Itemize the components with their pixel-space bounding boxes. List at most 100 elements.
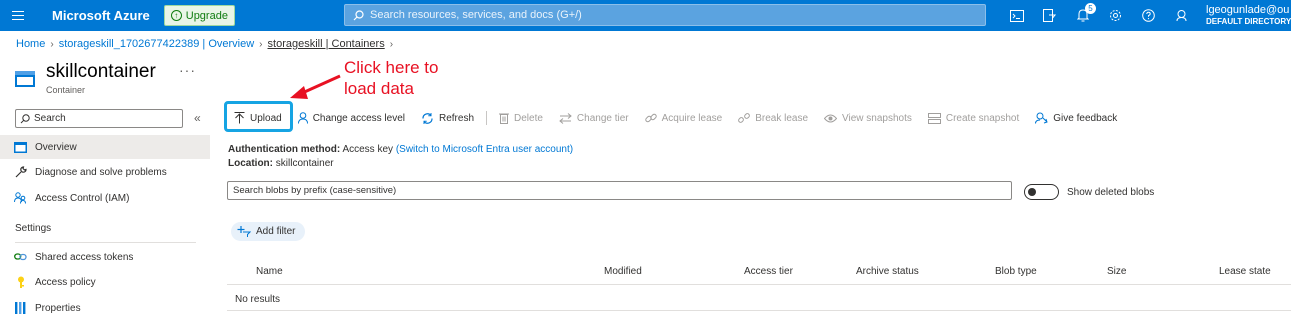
toggle-knob xyxy=(1028,188,1036,196)
breadcrumb-home[interactable]: Home xyxy=(16,38,45,50)
top-icons: 5 xyxy=(1000,0,1198,31)
global-search-placeholder: Search resources, services, and docs (G+… xyxy=(370,9,582,21)
nav-item-shared-access-tokens[interactable]: Shared access tokens xyxy=(0,245,210,269)
notifications-icon[interactable]: 5 xyxy=(1066,0,1099,31)
annotation-line-1: Click here to xyxy=(344,58,439,77)
menu-icon[interactable] xyxy=(0,0,36,31)
view-snapshots-button[interactable]: View snapshots xyxy=(816,106,920,130)
arrow-up-icon: ↑ xyxy=(170,10,182,21)
delete-label: Delete xyxy=(514,112,543,124)
global-search-input[interactable]: Search resources, services, and docs (G+… xyxy=(344,4,986,26)
give-feedback-label: Give feedback xyxy=(1053,112,1118,124)
collapse-nav-icon[interactable]: « xyxy=(194,111,201,125)
auth-method-label: Authentication method: xyxy=(228,144,341,155)
help-icon[interactable] xyxy=(1132,0,1165,31)
nav-item-label: Shared access tokens xyxy=(35,251,134,263)
location-label: Location: xyxy=(228,158,273,169)
eye-icon xyxy=(824,114,838,122)
chevron-right-icon: › xyxy=(50,38,54,50)
nav-item-access-policy[interactable]: Access policy xyxy=(0,270,210,294)
column-header-modified[interactable]: Modified xyxy=(604,266,642,277)
annotation-line-2: load data xyxy=(344,79,414,98)
upload-highlight-box xyxy=(224,101,293,132)
nav-item-properties[interactable]: Properties xyxy=(0,296,210,315)
link-icon xyxy=(14,253,27,261)
change-tier-label: Change tier xyxy=(576,112,629,124)
acquire-lease-button[interactable]: Acquire lease xyxy=(637,106,731,130)
upgrade-label: Upgrade xyxy=(185,9,228,22)
break-lease-button[interactable]: Break lease xyxy=(730,106,816,130)
account-name: lgeogunlade@ou xyxy=(1206,4,1290,16)
trash-icon xyxy=(499,113,509,124)
wrench-icon xyxy=(14,166,27,178)
column-header-lease-state[interactable]: Lease state xyxy=(1219,266,1271,277)
container-info: Authentication method: Access key (Switc… xyxy=(228,143,573,171)
people-icon xyxy=(14,192,27,204)
settings-icon[interactable] xyxy=(1099,0,1132,31)
nav-item-label: Access Control (IAM) xyxy=(35,192,130,204)
auth-method-value: Access key xyxy=(342,144,394,155)
show-deleted-blobs-toggle[interactable] xyxy=(1024,184,1059,200)
lease-link-icon xyxy=(644,113,657,123)
search-icon xyxy=(20,113,30,123)
search-icon xyxy=(353,9,364,20)
account-menu[interactable]: lgeogunlade@ou DEFAULT DIRECTORY (IC xyxy=(1206,4,1291,28)
give-feedback-button[interactable]: Give feedback xyxy=(1027,106,1125,130)
chevron-right-icon: › xyxy=(389,38,394,50)
annotation-callout: Click here to load data xyxy=(344,57,494,99)
command-bar: Upload Change access level Refresh Delet… xyxy=(226,106,1125,130)
feedback-icon[interactable] xyxy=(1165,0,1198,31)
blob-table-header: Name Modified Access tier Archive status… xyxy=(227,258,1291,285)
nav-item-iam[interactable]: Access Control (IAM) xyxy=(0,186,210,210)
directory-filter-icon[interactable] xyxy=(1033,0,1066,31)
nav-item-label: Diagnose and solve problems xyxy=(35,166,167,178)
column-header-archive-status[interactable]: Archive status xyxy=(856,266,919,277)
nav-item-label: Properties xyxy=(35,302,81,314)
break-lease-label: Break lease xyxy=(755,112,809,124)
column-header-name[interactable]: Name xyxy=(256,266,283,277)
cloud-shell-icon[interactable] xyxy=(1000,0,1033,31)
nav-search-placeholder: Search xyxy=(34,113,66,124)
key-icon xyxy=(14,276,27,289)
upgrade-button[interactable]: ↑ Upgrade xyxy=(163,5,235,26)
nav-divider xyxy=(15,242,196,243)
refresh-icon xyxy=(422,112,433,124)
view-snapshots-label: View snapshots xyxy=(842,112,912,124)
top-bar: Microsoft Azure ↑ Upgrade Search resourc… xyxy=(0,0,1291,31)
brand-name[interactable]: Microsoft Azure xyxy=(52,8,150,23)
nav-search-input[interactable]: Search xyxy=(15,109,183,128)
blob-search-input[interactable]: Search blobs by prefix (case-sensitive) xyxy=(227,181,1012,200)
location-value: skillcontainer xyxy=(275,158,334,169)
add-filter-icon xyxy=(237,226,251,237)
column-header-blob-type[interactable]: Blob type xyxy=(995,266,1037,277)
nav-item-overview[interactable]: Overview xyxy=(0,135,210,159)
account-directory: DEFAULT DIRECTORY (IC xyxy=(1206,17,1291,26)
show-deleted-blobs-label: Show deleted blobs xyxy=(1067,187,1155,198)
add-filter-button[interactable]: Add filter xyxy=(231,222,306,241)
refresh-button[interactable]: Refresh xyxy=(413,106,482,130)
nav-section-settings: Settings xyxy=(15,223,52,234)
change-access-level-button[interactable]: Change access level xyxy=(290,106,413,130)
empty-table-message: No results xyxy=(235,294,281,305)
column-header-access-tier[interactable]: Access tier xyxy=(744,266,793,277)
switch-auth-link[interactable]: (Switch to Microsoft Entra user account) xyxy=(396,144,573,155)
container-icon xyxy=(15,71,35,87)
breadcrumb-containers[interactable]: storageskill | Containers xyxy=(268,38,385,50)
create-snapshot-button[interactable]: Create snapshot xyxy=(920,106,1027,130)
more-options-button[interactable]: ··· xyxy=(179,62,196,78)
properties-icon xyxy=(14,302,27,314)
broken-link-icon xyxy=(738,113,751,123)
feedback-person-icon xyxy=(1035,112,1048,124)
column-header-size[interactable]: Size xyxy=(1107,266,1126,277)
breadcrumb-storage-overview[interactable]: storageskill_1702677422389 | Overview xyxy=(59,38,254,50)
nav-item-diagnose[interactable]: Diagnose and solve problems xyxy=(0,160,210,184)
refresh-label: Refresh xyxy=(438,112,474,124)
delete-button[interactable]: Delete xyxy=(491,106,551,130)
change-tier-button[interactable]: Change tier xyxy=(551,106,637,130)
nav-item-label: Access policy xyxy=(35,276,96,288)
add-filter-label: Add filter xyxy=(256,226,296,237)
swap-icon xyxy=(559,112,572,124)
table-row-divider xyxy=(227,310,1291,311)
acquire-lease-label: Acquire lease xyxy=(661,112,723,124)
change-access-level-label: Change access level xyxy=(312,112,405,124)
